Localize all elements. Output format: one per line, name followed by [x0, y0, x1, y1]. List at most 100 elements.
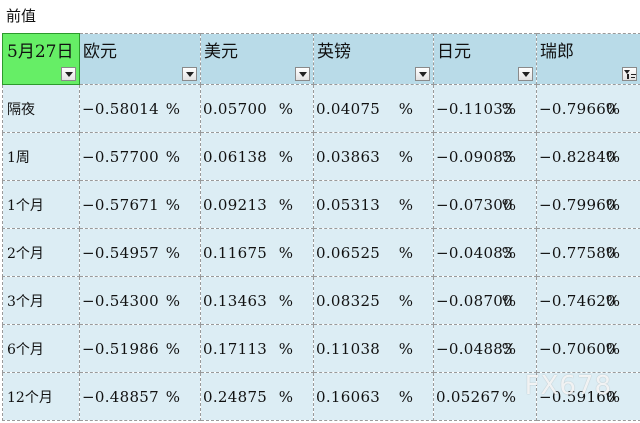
rate-cell[interactable]: −0.08700% [433, 276, 537, 325]
dropdown-arrow-icon [299, 72, 307, 77]
currency-header-label: 欧元 [83, 42, 117, 62]
rate-value: 0.24875 [203, 387, 268, 406]
rate-value: −0.79660 [539, 99, 616, 118]
currency-header-label: 瑞郎 [540, 42, 574, 62]
rate-cell[interactable]: −0.09083% [433, 132, 537, 181]
currency-header-label: 日元 [437, 42, 471, 62]
watermark-logo: FX678 [524, 371, 612, 401]
rate-cell[interactable]: −0.04883% [433, 324, 537, 373]
rate-value: 0.11038 [316, 339, 381, 358]
currency-header-cell[interactable]: 日元 [433, 33, 537, 85]
rate-value: −0.77580 [539, 243, 616, 262]
rate-cell[interactable]: −0.70600% [536, 324, 640, 373]
tenor-cell[interactable]: 12个月 [2, 372, 80, 421]
tenor-cell[interactable]: 3个月 [2, 276, 80, 325]
rate-cell[interactable]: −0.51986% [79, 324, 201, 373]
table-row: 1个月 −0.57671% 0.09213% 0.05313% −0.07300% −0.… [2, 180, 640, 229]
currency-header-cell[interactable]: 美元 [200, 33, 314, 85]
rate-cell[interactable]: 0.05267% [433, 372, 537, 421]
tenor-cell[interactable]: 2个月 [2, 228, 80, 277]
currency-header-label: 美元 [204, 42, 238, 62]
rate-cell[interactable]: −0.79660% [536, 84, 640, 133]
table-caption: 前值 [6, 7, 37, 25]
dropdown-arrow-icon [419, 72, 427, 77]
percent-unit: % [278, 339, 293, 358]
rate-cell[interactable]: 0.11675% [200, 228, 314, 277]
percent-unit: % [501, 99, 516, 118]
rate-cell[interactable]: 0.09213% [200, 180, 314, 229]
tenor-cell[interactable]: 隔夜 [2, 84, 80, 133]
percent-unit: % [398, 291, 413, 310]
rate-cell[interactable]: 0.11038% [313, 324, 434, 373]
rate-cell[interactable]: −0.82840% [536, 132, 640, 181]
rate-cell[interactable]: 0.03863% [313, 132, 434, 181]
percent-unit: % [605, 147, 620, 166]
rate-cell[interactable]: 0.04075% [313, 84, 434, 133]
rate-cell[interactable]: 0.06525% [313, 228, 434, 277]
percent-unit: % [398, 147, 413, 166]
rate-cell[interactable]: −0.74620% [536, 276, 640, 325]
currency-header-cell[interactable]: 欧元 [79, 33, 201, 85]
rate-cell[interactable]: −0.54957% [79, 228, 201, 277]
currency-header-label: 英镑 [317, 42, 351, 62]
rate-cell[interactable]: −0.77580% [536, 228, 640, 277]
rates-table: 5月27日 欧元 美元 英镑 日元 瑞郎 隔夜 −0.58014 % 0.057… [2, 33, 640, 421]
percent-unit: % [398, 387, 413, 406]
percent-unit: % [165, 339, 180, 358]
rate-cell[interactable]: −0.11033% [433, 84, 537, 133]
percent-unit: % [605, 339, 620, 358]
percent-unit: % [605, 195, 620, 214]
currency-header-cell[interactable]: 瑞郎 [536, 33, 640, 85]
rate-value: 0.05700 [203, 99, 268, 118]
rate-value: −0.54300 [82, 291, 159, 310]
tenor-cell[interactable]: 1周 [2, 132, 80, 181]
rate-value: 0.11675 [203, 243, 268, 262]
currency-header-cell[interactable]: 英镑 [313, 33, 434, 85]
rate-cell[interactable]: −0.57671% [79, 180, 201, 229]
rate-value: −0.54957 [82, 243, 159, 262]
tenor-cell[interactable]: 1个月 [2, 180, 80, 229]
percent-unit: % [398, 195, 413, 214]
rate-cell[interactable]: −0.58014% [79, 84, 201, 133]
percent-unit: % [501, 195, 516, 214]
table-row: 6个月 −0.51986% 0.17113% 0.11038% −0.04883% −0.… [2, 324, 640, 373]
rate-value: 0.08325 [316, 291, 381, 310]
percent-unit: % [605, 243, 620, 262]
rate-cell[interactable]: −0.54300% [79, 276, 201, 325]
filter-dropdown-button[interactable] [61, 67, 76, 81]
filter-dropdown-button[interactable] [295, 67, 310, 81]
percent-unit: % [501, 387, 516, 406]
percent-unit: % [165, 195, 180, 214]
filter-dropdown-button[interactable] [415, 67, 430, 81]
filter-dropdown-button[interactable] [182, 67, 197, 81]
table-row: 隔夜 −0.58014% 0.05700% 0.04075% −0.11033% −0.7… [2, 84, 640, 133]
filter-dropdown-button[interactable] [518, 67, 533, 81]
percent-unit: % [501, 291, 516, 310]
percent-unit: % [165, 291, 180, 310]
rate-value: 0.17113 [203, 339, 268, 358]
date-header-cell[interactable]: 5月27日 [2, 33, 80, 85]
rate-cell[interactable]: 0.13463% [200, 276, 314, 325]
rate-cell[interactable]: 0.05313% [313, 180, 434, 229]
rate-cell[interactable]: 0.08325% [313, 276, 434, 325]
tenor-cell[interactable]: 6个月 [2, 324, 80, 373]
rate-cell[interactable]: −0.57700% [79, 132, 201, 181]
rate-value: 0.05267 [436, 387, 501, 406]
rate-cell[interactable]: −0.07300% [433, 180, 537, 229]
rate-cell[interactable]: −0.48857% [79, 372, 201, 421]
rate-value: 0.06138 [203, 147, 268, 166]
filter-active-button[interactable] [622, 67, 637, 81]
rate-cell[interactable]: 0.16063% [313, 372, 434, 421]
rate-cell[interactable]: 0.17113% [200, 324, 314, 373]
rate-cell[interactable]: 0.06138% [200, 132, 314, 181]
rate-cell[interactable]: 0.24875% [200, 372, 314, 421]
rate-value: −0.51986 [82, 339, 159, 358]
rate-cell[interactable]: −0.04083% [433, 228, 537, 277]
rate-value: −0.57671 [82, 195, 159, 214]
date-header-label: 5月27日 [7, 42, 74, 62]
table-row: 3个月 −0.54300% 0.13463% 0.08325% −0.08700% −0.… [2, 276, 640, 325]
rate-cell[interactable]: −0.79960% [536, 180, 640, 229]
rate-cell[interactable]: 0.05700% [200, 84, 314, 133]
percent-unit: % [501, 243, 516, 262]
percent-unit: % [398, 339, 413, 358]
